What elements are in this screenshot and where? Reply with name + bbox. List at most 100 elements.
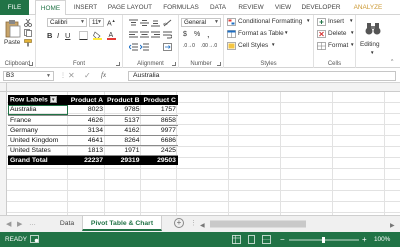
merge-center-icon[interactable] <box>163 43 172 51</box>
more-sheets-icon[interactable]: … <box>29 220 36 227</box>
font-launcher-icon[interactable] <box>116 62 120 66</box>
align-left-icon[interactable] <box>129 31 138 39</box>
collapse-ribbon-icon[interactable]: ^ <box>391 59 393 65</box>
number-launcher-icon[interactable] <box>217 62 221 66</box>
tab-developer[interactable]: DEVELOPER <box>298 0 344 15</box>
comma-style-button[interactable]: , <box>207 29 210 39</box>
format-painter-icon[interactable] <box>24 39 32 47</box>
row-headers[interactable] <box>0 92 7 215</box>
enter-icon[interactable]: ✓ <box>84 71 91 80</box>
value-cell[interactable]: 4641 <box>68 135 105 146</box>
fill-color-icon[interactable] <box>93 31 103 40</box>
row-label-cell[interactable]: France <box>8 115 68 126</box>
page-layout-view-icon[interactable] <box>247 235 256 244</box>
value-cell[interactable]: 3134 <box>68 125 105 136</box>
conditional-formatting-icon[interactable] <box>227 18 236 26</box>
cell-styles-icon[interactable] <box>227 42 236 50</box>
row-label-cell[interactable]: United States <box>8 145 68 156</box>
clipboard-launcher-icon[interactable] <box>29 62 33 66</box>
format-as-table-button[interactable]: Format as Table <box>238 30 284 37</box>
column-headers[interactable] <box>7 83 400 92</box>
value-cell[interactable]: 4626 <box>68 115 105 126</box>
value-cell[interactable]: 8658 <box>141 115 178 126</box>
cancel-icon[interactable]: ✕ <box>68 71 75 80</box>
value-cell[interactable]: 2425 <box>141 145 178 156</box>
select-all-corner[interactable] <box>0 83 7 92</box>
bold-icon[interactable]: B <box>47 31 52 40</box>
row-label-cell[interactable]: Germany <box>8 125 68 136</box>
insert-function-icon[interactable]: fx <box>101 71 106 79</box>
row-labels-header[interactable]: Row Labels ▼ <box>8 95 68 105</box>
increase-indent-icon[interactable] <box>140 43 149 51</box>
grow-font-icon[interactable]: A▲ <box>107 18 116 27</box>
zoom-slider[interactable] <box>289 237 359 243</box>
insert-cells-icon[interactable] <box>317 18 326 26</box>
value-cell[interactable]: 9977 <box>141 125 178 136</box>
alignment-launcher-icon[interactable] <box>172 62 176 66</box>
conditional-formatting-button[interactable]: Conditional Formatting <box>238 18 302 25</box>
decrease-decimal-button[interactable]: .00→.0 <box>201 43 217 49</box>
tab-view[interactable]: VIEW <box>272 0 294 15</box>
row-label-cell[interactable]: United Kingdom <box>8 135 68 146</box>
tab-analyze[interactable]: ANALYZE <box>348 0 388 15</box>
grand-total-value[interactable]: 29503 <box>141 155 178 165</box>
paste-icon[interactable] <box>5 19 21 38</box>
value-cell[interactable]: 8264 <box>105 135 142 146</box>
value-cell[interactable]: 8023 <box>68 105 105 116</box>
percent-format-button[interactable]: % <box>194 31 200 38</box>
zoom-level[interactable]: 100% <box>374 236 390 243</box>
tab-review[interactable]: REVIEW <box>234 0 268 15</box>
grand-total-value[interactable]: 22237 <box>68 155 105 165</box>
prev-sheet-icon[interactable]: ◀ <box>6 220 11 228</box>
pivot-table[interactable]: Row Labels ▼ Product A Product B Product … <box>8 95 178 165</box>
font-name-select[interactable]: Calibri ▼ <box>47 18 87 27</box>
delete-cells-icon[interactable] <box>317 30 326 38</box>
editing-button[interactable]: Editing <box>360 41 380 48</box>
paste-button[interactable]: Paste <box>4 39 20 46</box>
insert-cells-button[interactable]: Insert <box>328 18 344 25</box>
align-right-icon[interactable] <box>151 31 160 39</box>
zoom-in-icon[interactable]: + <box>362 235 367 244</box>
tab-data[interactable]: DATA <box>206 0 230 15</box>
row-label-cell[interactable]: Australia <box>8 105 68 116</box>
underline-icon[interactable]: U <box>65 31 70 40</box>
add-sheet-icon[interactable]: + <box>174 218 184 228</box>
currency-format-button[interactable]: $ <box>183 31 187 38</box>
editing-group[interactable]: Editing ▼ <box>356 15 391 68</box>
font-color-icon[interactable]: A <box>107 31 117 40</box>
zoom-out-icon[interactable]: − <box>280 235 285 244</box>
tab-page-layout[interactable]: PAGE LAYOUT <box>104 0 156 15</box>
horizontal-scrollbar[interactable]: ◀ ▶ <box>196 219 400 229</box>
align-middle-icon[interactable] <box>140 19 149 27</box>
format-cells-button[interactable]: Format <box>328 42 348 49</box>
cell-styles-button[interactable]: Cell Styles <box>238 42 268 49</box>
formula-input[interactable]: Australia <box>128 71 396 81</box>
filter-dropdown-icon[interactable]: ▼ <box>49 96 57 104</box>
macro-record-icon[interactable] <box>30 235 40 244</box>
orientation-icon[interactable]: ab <box>163 19 172 27</box>
tab-formulas[interactable]: FORMULAS <box>160 0 202 15</box>
format-as-table-icon[interactable] <box>227 30 236 38</box>
value-cell[interactable]: 6686 <box>141 135 178 146</box>
align-bottom-icon[interactable] <box>151 19 160 27</box>
tab-insert[interactable]: INSERT <box>71 0 100 15</box>
grand-total-label[interactable]: Grand Total <box>8 155 68 165</box>
font-size-select[interactable]: 11 ▼ <box>89 18 104 27</box>
tab-file[interactable]: FILE <box>0 0 29 15</box>
value-cell[interactable]: 4162 <box>105 125 142 136</box>
value-cell[interactable]: 1971 <box>105 145 142 156</box>
grand-total-value[interactable]: 29319 <box>105 155 142 165</box>
delete-cells-button[interactable]: Delete <box>328 30 346 37</box>
next-sheet-icon[interactable]: ▶ <box>17 220 22 228</box>
increase-decimal-button[interactable]: .0→0 <box>183 43 195 49</box>
decrease-indent-icon[interactable] <box>129 43 138 51</box>
align-center-icon[interactable] <box>140 31 149 39</box>
tab-home[interactable]: HOME <box>35 0 66 16</box>
italic-icon[interactable]: I <box>57 31 59 40</box>
name-box[interactable]: B3 ▼ <box>3 71 54 81</box>
format-cells-icon[interactable] <box>317 42 326 50</box>
sheet-tab-pivot-table-chart[interactable]: Pivot Table & Chart <box>82 216 162 231</box>
value-cell[interactable]: 9785 <box>105 105 142 116</box>
sheet-tab-data[interactable]: Data <box>55 216 79 231</box>
borders-icon[interactable] <box>79 31 89 40</box>
